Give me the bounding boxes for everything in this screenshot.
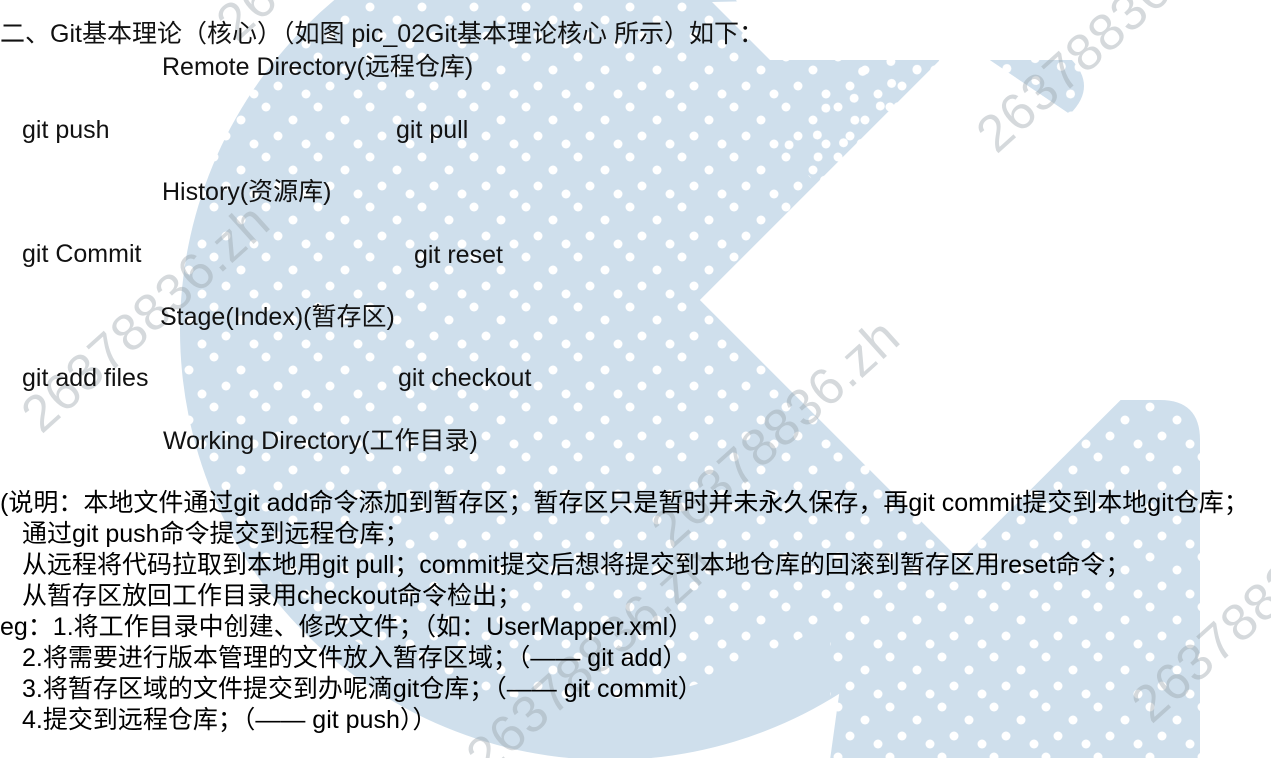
- explanation-line: 从远程将代码拉取到本地用git pull；commit提交后想将提交到本地仓库的…: [22, 551, 1131, 579]
- diagram-node-history: History(资源库): [162, 178, 332, 206]
- explanation-line: 3.将暂存区域的文件提交到办呢滴git仓库；（—— git commit）: [22, 675, 703, 703]
- diagram-command-git-push: git push: [22, 116, 110, 144]
- explanation-line: eg：1.将工作目录中创建、修改文件；（如：UserMapper.xml）: [0, 613, 694, 641]
- diagram-command-git-checkout: git checkout: [398, 364, 532, 392]
- explanation-line: 4.提交到远程仓库；（—— git push））: [22, 706, 438, 734]
- explanation-line: 从暂存区放回工作目录用checkout命令检出；: [22, 582, 523, 610]
- diagram-command-git-reset: git reset: [414, 241, 503, 269]
- explanation-line: 2.将需要进行版本管理的文件放入暂存区域；（—— git add）: [22, 644, 688, 672]
- explanation-block: (说明：本地文件通过git add命令添加到暂存区；暂存区只是暂时并未永久保存，…: [0, 488, 1249, 736]
- diagram-node-stage-index: Stage(Index)(暂存区): [160, 303, 395, 331]
- explanation-line: (说明：本地文件通过git add命令添加到暂存区；暂存区只是暂时并未永久保存，…: [0, 489, 1249, 517]
- diagram-node-working-directory: Working Directory(工作目录): [163, 427, 478, 455]
- page-root: 26378836.zh 26378836.zh 26378836.zh 2637…: [0, 0, 1271, 758]
- diagram-command-git-commit: git Commit: [22, 240, 142, 268]
- diagram-command-git-pull: git pull: [396, 116, 469, 144]
- diagram-command-git-add-files: git add files: [22, 364, 149, 392]
- diagram-node-remote-directory: Remote Directory(远程仓库): [162, 53, 474, 81]
- section-heading: 二、Git基本理论（核心）（如图 pic_02Git基本理论核心 所示）如下：: [0, 20, 764, 48]
- explanation-line: 通过git push命令提交到远程仓库；: [22, 520, 410, 548]
- content-layer: 二、Git基本理论（核心）（如图 pic_02Git基本理论核心 所示）如下： …: [0, 0, 1271, 758]
